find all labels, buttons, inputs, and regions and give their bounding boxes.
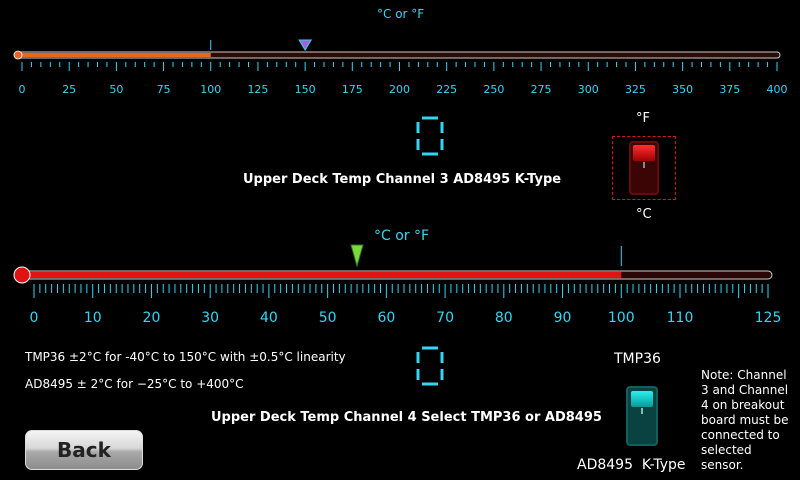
gauge1-tick-label: 350: [672, 83, 693, 96]
gauge1-tick-label: 50: [109, 83, 123, 96]
gauge1-tick-label: 275: [531, 83, 552, 96]
unit-toggle-body: [629, 141, 659, 195]
gauge2-tick-label: 80: [495, 310, 513, 326]
gauge2-tick-label: 30: [201, 310, 219, 326]
unit-toggle-indicator: [643, 162, 645, 168]
gauge2-tick-label: 90: [554, 310, 572, 326]
gauge1-tick-label: 0: [19, 83, 26, 96]
gauge2-fill: [22, 272, 622, 278]
gauge2-unit-label: °C or °F: [374, 228, 430, 244]
gauge1-tick-label: 325: [625, 83, 646, 96]
gauge1-title: Upper Deck Temp Channel 3 AD8495 K-Type: [243, 172, 562, 187]
gauge1-tick-label: 125: [247, 83, 268, 96]
unit-switch-top-label: °F: [636, 111, 650, 126]
unit-toggle-switch[interactable]: [612, 136, 676, 200]
gauge2-tick-label: 110: [667, 310, 694, 326]
gauge1-tick-label: 300: [578, 83, 599, 96]
sensor-switch-bottom-label: AD8495 K-Type: [577, 457, 686, 473]
gauge1-tick-label: 100: [200, 83, 221, 96]
gauge1-tick-label: 175: [342, 83, 363, 96]
sensor-toggle-indicator: [641, 408, 643, 414]
gauge1-tick-label: 75: [157, 83, 171, 96]
gauge1-tick-label: 225: [436, 83, 457, 96]
gauge1-tick-label: 250: [483, 83, 504, 96]
gauge1-bulb: [13, 50, 23, 60]
gauge2-tick-label: 70: [436, 310, 454, 326]
gauge1-tick-label: 400: [767, 83, 788, 96]
gauge1-readout-display: [416, 116, 444, 156]
ad8495-spec: AD8495 ± 2°C for −25°C to +400°C: [25, 377, 244, 391]
unit-toggle-rocker: [633, 145, 655, 161]
back-button[interactable]: Back: [25, 430, 143, 470]
gauge2-tick-label: 40: [260, 310, 278, 326]
gauge2-tick-label: 10: [84, 310, 102, 326]
gauge1-pointer: [298, 39, 313, 51]
gauge2-tick-label: 125: [755, 310, 782, 326]
gauge2-pointer: [350, 244, 364, 268]
sensor-switch-top-label: TMP36: [614, 351, 661, 367]
gauge2-tick-label: 100: [608, 310, 635, 326]
sensor-toggle-switch[interactable]: [626, 386, 658, 446]
tmp36-spec: TMP36 ±2°C for -40°C to 150°C with ±0.5°…: [25, 350, 346, 364]
gauge1-tick-label: 25: [62, 83, 76, 96]
gauge2-tick-label: 20: [143, 310, 161, 326]
gauge2-bulb: [13, 266, 31, 284]
gauge2-tick-label: 0: [30, 310, 39, 326]
gauge1-tick-label: 200: [389, 83, 410, 96]
unit-switch-bottom-label: °C: [636, 207, 652, 222]
sensor-toggle-rocker: [631, 391, 653, 407]
gauge2-tick-label: 60: [377, 310, 395, 326]
gauge1-tick-label: 150: [295, 83, 316, 96]
gauge1-tick-label: 375: [719, 83, 740, 96]
gauge1-fill: [17, 53, 211, 57]
wiring-note: Note: Channel 3 and Channel 4 on breakou…: [701, 368, 789, 472]
gauge2-title: Upper Deck Temp Channel 4 Select TMP36 o…: [211, 410, 602, 425]
gauge2-tick-label: 50: [319, 310, 337, 326]
gauge2-readout-display: [416, 346, 444, 386]
